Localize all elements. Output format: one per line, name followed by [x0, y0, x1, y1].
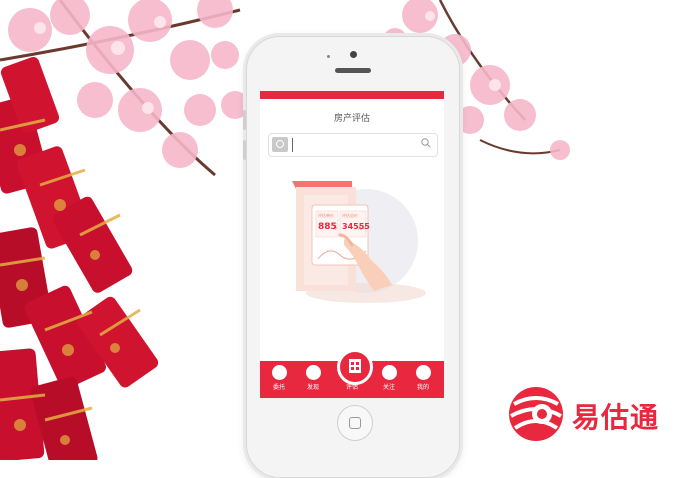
search-input[interactable]	[268, 133, 438, 157]
heart-icon	[381, 365, 397, 380]
bottom-tab-bar: 委托 发现 评估 关注 我的	[260, 349, 444, 398]
tab-label: 我的	[416, 384, 429, 391]
tab-entrust[interactable]: 委托	[264, 365, 294, 395]
tab-discover[interactable]: 发现	[298, 365, 328, 395]
tab-mine[interactable]: 我的	[408, 365, 438, 395]
search-icon[interactable]	[421, 138, 431, 148]
app-screen: 房产评估 评估单价 885 万 评估总价 34555 元/㎡ 委托 发现 评估 …	[260, 91, 444, 398]
status-bar	[260, 91, 444, 99]
hand-icon	[271, 365, 287, 380]
proximity-sensor	[327, 55, 330, 58]
card-unit: 万	[333, 225, 337, 230]
tab-label: 发现	[306, 384, 319, 391]
user-icon	[415, 365, 431, 380]
home-button[interactable]	[337, 405, 373, 441]
card-label: 评估单价	[318, 212, 334, 218]
tab-label: 评估	[345, 384, 358, 391]
globe-logo-icon	[509, 387, 563, 441]
page-title: 房产评估	[333, 114, 370, 124]
front-camera	[350, 51, 357, 58]
building-icon	[349, 359, 361, 373]
volume-button	[243, 140, 246, 160]
valuation-illustration: 评估单价 885 万 评估总价 34555 元/㎡	[292, 181, 426, 303]
card-unit: 元/㎡	[358, 225, 367, 230]
brand-name: 易估通	[572, 401, 660, 434]
card-label: 评估总价	[342, 212, 358, 218]
tab-label: 委托	[272, 384, 285, 391]
earpiece-speaker	[335, 68, 371, 73]
brand-logo: 易估通	[506, 384, 686, 444]
volume-button	[243, 110, 246, 130]
tab-follow[interactable]: 关注	[374, 365, 404, 395]
tab-valuation[interactable]	[337, 349, 373, 385]
compass-icon	[305, 365, 321, 380]
camera-icon[interactable]	[272, 137, 288, 152]
tab-label: 关注	[382, 384, 395, 391]
text-caret	[292, 138, 293, 152]
